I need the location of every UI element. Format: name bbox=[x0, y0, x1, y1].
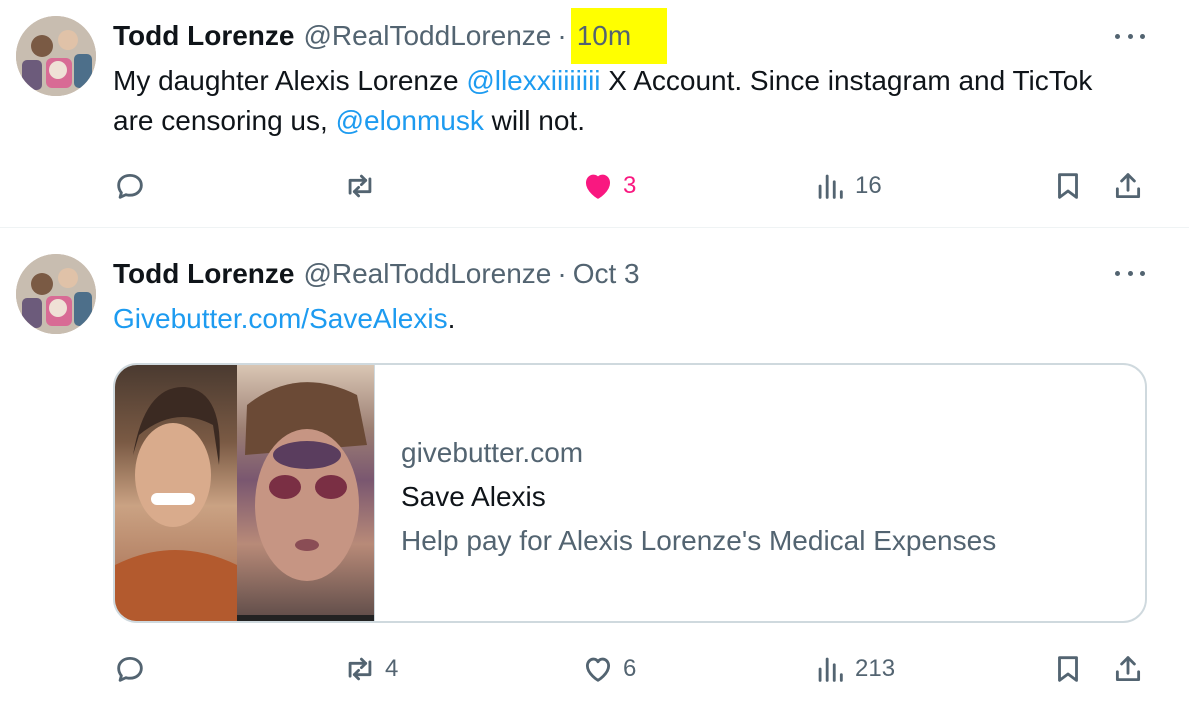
repost-button[interactable]: 4 bbox=[343, 649, 398, 689]
reply-button[interactable] bbox=[113, 166, 155, 206]
tweet-actions: 3 16 bbox=[113, 166, 1153, 206]
tweet-header: Todd Lorenze @RealToddLorenze · Oct 3 bbox=[113, 254, 640, 294]
tweet-text: Givebutter.com/SaveAlexis. bbox=[113, 299, 1123, 339]
like-count: 3 bbox=[623, 172, 637, 199]
like-count: 6 bbox=[623, 655, 637, 682]
separator-dot: · bbox=[557, 20, 567, 51]
avatar[interactable] bbox=[16, 254, 96, 334]
views-button[interactable]: 213 bbox=[813, 649, 895, 689]
mention-link[interactable]: @elonmusk bbox=[336, 105, 484, 136]
reply-icon bbox=[117, 173, 143, 199]
views-count: 16 bbox=[855, 172, 882, 199]
tweet-text: My daughter Alexis Lorenze @llexxiiiiiii… bbox=[113, 61, 1123, 141]
card-photo bbox=[115, 365, 237, 621]
card-photo-art bbox=[244, 382, 367, 581]
tweet-timestamp[interactable]: Oct 3 bbox=[573, 258, 640, 290]
reply-icon bbox=[117, 656, 143, 682]
tweet-timestamp[interactable]: 10m bbox=[570, 8, 668, 64]
views-icon bbox=[818, 174, 843, 199]
like-button[interactable]: 6 bbox=[581, 649, 636, 689]
tweet-text-part: My daughter Alexis Lorenze bbox=[113, 65, 467, 96]
author-name[interactable]: Todd Lorenze bbox=[113, 20, 294, 52]
views-icon bbox=[818, 657, 843, 682]
bookmark-icon bbox=[1058, 173, 1078, 199]
tweet-text-part: . bbox=[447, 303, 456, 334]
avatar-photo bbox=[16, 254, 96, 334]
bookmark-button[interactable] bbox=[1051, 649, 1085, 689]
card-description: Help pay for Alexis Lorenze's Medical Ex… bbox=[401, 525, 997, 556]
url-link[interactable]: Givebutter.com/SaveAlexis bbox=[113, 303, 448, 334]
share-button[interactable] bbox=[1111, 649, 1145, 689]
repost-button[interactable] bbox=[343, 166, 385, 206]
avatar[interactable] bbox=[16, 16, 96, 96]
repost-icon bbox=[348, 657, 372, 681]
share-button[interactable] bbox=[1111, 166, 1145, 206]
link-card[interactable]: givebutter.com Save Alexis Help pay for … bbox=[113, 363, 1147, 623]
tweet[interactable]: Todd Lorenze @RealToddLorenze · Oct 3 Gi… bbox=[0, 229, 1189, 712]
tweet-text-part: will not. bbox=[483, 105, 585, 136]
card-title: Save Alexis bbox=[401, 481, 546, 512]
more-icon[interactable] bbox=[1115, 263, 1145, 283]
like-button[interactable]: 3 bbox=[581, 166, 636, 206]
separator-dot: · bbox=[557, 258, 567, 289]
heart-icon bbox=[585, 174, 611, 199]
card-photo-art bbox=[115, 386, 237, 621]
bookmark-button[interactable] bbox=[1051, 166, 1085, 206]
card-domain: givebutter.com bbox=[401, 437, 584, 468]
card-body: givebutter.com Save Alexis Help pay for … bbox=[375, 365, 996, 621]
more-icon[interactable] bbox=[1115, 26, 1145, 46]
share-icon bbox=[1115, 173, 1141, 199]
tweet-header: Todd Lorenze @RealToddLorenze · 10m bbox=[113, 8, 668, 64]
card-image bbox=[115, 365, 375, 621]
card-photo bbox=[236, 365, 374, 621]
author-name[interactable]: Todd Lorenze bbox=[113, 258, 294, 290]
avatar-photo bbox=[16, 16, 96, 96]
views-count: 213 bbox=[855, 655, 896, 682]
reply-button[interactable] bbox=[113, 649, 155, 689]
views-button[interactable]: 16 bbox=[813, 166, 882, 206]
repost-icon bbox=[348, 174, 372, 198]
bookmark-icon bbox=[1058, 656, 1078, 682]
tweet[interactable]: Todd Lorenze @RealToddLorenze · 10m My d… bbox=[0, 0, 1189, 228]
share-icon bbox=[1115, 656, 1141, 682]
tweet-actions: 4 6 213 bbox=[113, 649, 1153, 689]
author-handle[interactable]: @RealToddLorenze bbox=[303, 20, 551, 52]
mention-link[interactable]: @llexxiiiiiiii bbox=[466, 65, 600, 96]
author-handle[interactable]: @RealToddLorenze bbox=[303, 258, 551, 290]
repost-count: 4 bbox=[385, 655, 399, 682]
heart-icon bbox=[585, 657, 611, 682]
